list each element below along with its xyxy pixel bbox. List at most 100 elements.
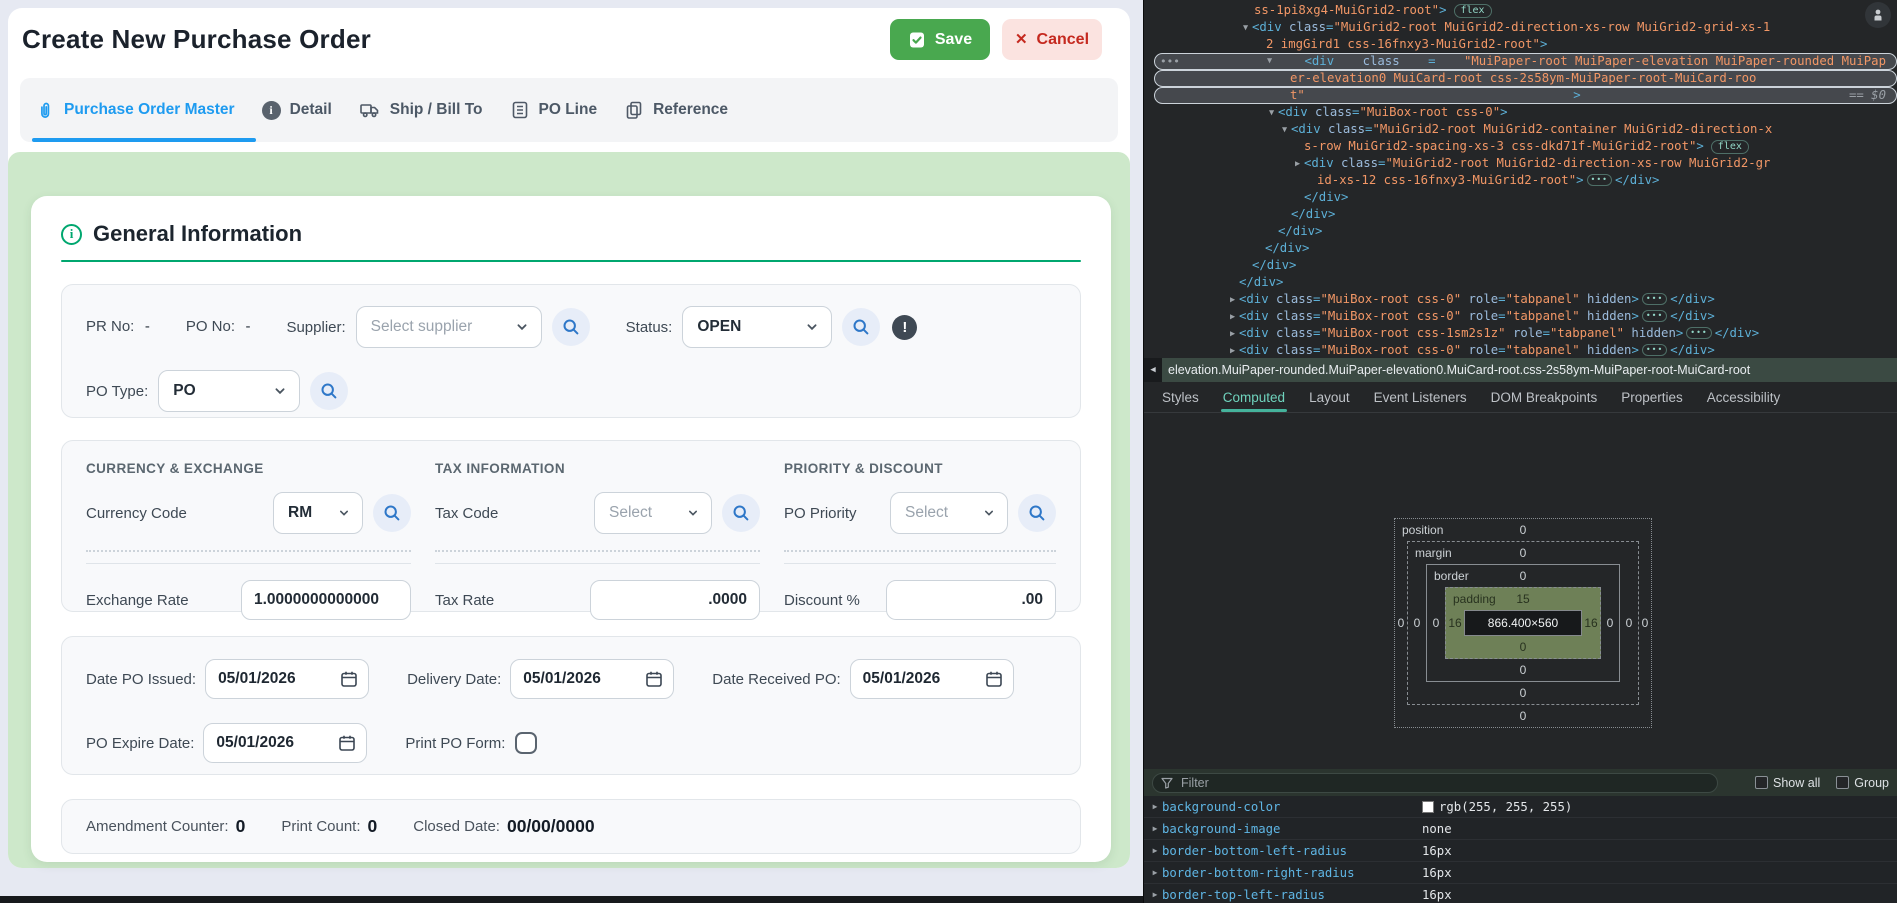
section-title: General Information (93, 221, 302, 247)
delivery-date-input[interactable]: 05/01/2026 (510, 659, 674, 699)
expand-arrow-icon[interactable]: ▼ (1265, 105, 1278, 122)
box-model-border[interactable]: border00padding1516866.400×56016000 (1426, 564, 1620, 682)
code-token: "MuiGrid2-root MuiGrid2-direction-xs-row… (1333, 20, 1770, 34)
devtools-tab-computed[interactable]: Computed (1211, 382, 1297, 412)
po-priority-select[interactable]: Select (890, 492, 1008, 534)
date-received-input[interactable]: 05/01/2026 (850, 659, 1014, 699)
currency-search-button[interactable] (373, 494, 411, 532)
tab-reference[interactable]: Reference (624, 100, 728, 120)
collapsed-arrow-icon[interactable]: ▶ (1226, 292, 1239, 309)
show-all-checkbox[interactable] (1755, 776, 1768, 789)
po-priority-search-button[interactable] (1018, 494, 1056, 532)
code-line[interactable]: </div> (1144, 274, 1897, 291)
po-type-search-button[interactable] (310, 372, 348, 410)
collapsed-arrow-icon[interactable]: ▶ (1291, 156, 1304, 173)
tab-purchase-order-master[interactable]: Purchase Order Master (34, 100, 235, 121)
tax-code-select[interactable]: Select (594, 492, 712, 534)
expand-arrow-icon[interactable]: ▶ (1148, 890, 1162, 899)
date-po-issued-input[interactable]: 05/01/2026 (205, 659, 369, 699)
computed-property-row[interactable]: ▶border-bottom-right-radius16px (1144, 862, 1897, 884)
code-line[interactable]: </div> (1144, 206, 1897, 223)
po-expire-input[interactable]: 05/01/2026 (203, 723, 367, 763)
expand-arrow-icon[interactable]: ▶ (1148, 846, 1162, 855)
code-line[interactable]: er-elevation0 MuiCard-root css-2s58ym-Mu… (1154, 70, 1897, 87)
collapsed-arrow-icon[interactable]: ▶ (1226, 309, 1239, 326)
expand-arrow-icon[interactable]: ▶ (1148, 868, 1162, 877)
code-line[interactable]: </div> (1144, 257, 1897, 274)
box-model-content[interactable]: 866.400×560 (1464, 610, 1582, 636)
code-line[interactable]: ▼<div class="MuiGrid2-root MuiGrid2-dire… (1144, 19, 1897, 36)
tab-ship-bill-to[interactable]: Ship / Bill To (359, 99, 483, 121)
code-line[interactable]: ss-1pi8xg4-MuiGrid2-root">flex (1144, 2, 1897, 19)
code-line[interactable]: 2 imgGird1 css-16fnxy3-MuiGrid2-root"> (1144, 36, 1897, 53)
code-line[interactable]: ▶<div class="MuiBox-root css-0" role="ta… (1144, 308, 1897, 325)
more-content-icon[interactable]: ••• (1642, 293, 1667, 305)
expand-arrow-icon[interactable]: ▼ (1239, 20, 1252, 37)
devtools-tab-event-listeners[interactable]: Event Listeners (1362, 382, 1479, 412)
devtools-tab-properties[interactable]: Properties (1609, 382, 1695, 412)
pr-no-field: PR No: - (86, 318, 150, 336)
code-line[interactable]: ▶<div class="MuiBox-root css-0" role="ta… (1144, 291, 1897, 308)
more-content-icon[interactable]: ••• (1642, 344, 1667, 356)
expand-arrow-icon[interactable]: ▼ (1263, 53, 1276, 70)
group-checkbox[interactable] (1836, 776, 1849, 789)
devtools-tab-styles[interactable]: Styles (1150, 382, 1211, 412)
print-po-form-checkbox[interactable] (515, 732, 537, 754)
group-label: Group (1854, 776, 1889, 790)
status-search-button[interactable] (842, 308, 880, 346)
cancel-button[interactable]: Cancel (1002, 19, 1102, 60)
po-type-select[interactable]: PO (158, 370, 300, 412)
computed-property-row[interactable]: ▶border-top-left-radius16px (1144, 884, 1897, 903)
code-line[interactable]: </div> (1144, 223, 1897, 240)
code-token: = (1498, 343, 1505, 357)
breadcrumb-back-button[interactable]: ◀ (1144, 358, 1162, 382)
supplier-search-button[interactable] (552, 308, 590, 346)
code-line[interactable]: </div> (1144, 189, 1897, 206)
code-line[interactable]: </div> (1144, 240, 1897, 257)
more-content-icon[interactable]: ••• (1587, 174, 1612, 186)
exchange-rate-input[interactable]: 1.0000000000000 (241, 580, 411, 620)
code-line[interactable]: ▶<div class="MuiBox-root css-0" role="ta… (1144, 342, 1897, 359)
tax-code-search-button[interactable] (722, 494, 760, 532)
tab-po-line[interactable]: PO Line (510, 100, 598, 120)
expand-arrow-icon[interactable]: ▶ (1148, 802, 1162, 811)
chevron-down-icon (981, 505, 997, 521)
expand-arrow-icon[interactable]: ▼ (1278, 122, 1291, 139)
computed-property-row[interactable]: ▶border-bottom-left-radius16px (1144, 840, 1897, 862)
currency-code-select[interactable]: RM (273, 492, 363, 534)
code-token: > (1540, 37, 1547, 51)
devtools-corner-icon[interactable] (1865, 2, 1891, 28)
box-model-position[interactable]: position00margin00border00padding1516866… (1394, 518, 1652, 728)
gutter-more-icon[interactable]: ••• (1160, 53, 1180, 70)
box-model-margin[interactable]: margin00border00padding1516866.400×56016… (1407, 541, 1639, 705)
code-line[interactable]: •••▼<div class="MuiPaper-root MuiPaper-e… (1154, 53, 1897, 70)
code-line[interactable]: id-xs-12 css-16fnxy3-MuiGrid2-root">•••<… (1144, 172, 1897, 189)
code-line[interactable]: t"> == $0 (1154, 87, 1897, 104)
save-button[interactable]: Save (890, 19, 990, 60)
breadcrumb[interactable]: elevation.MuiPaper-rounded.MuiPaper-elev… (1162, 358, 1897, 382)
computed-property-row[interactable]: ▶background-colorrgb(255, 255, 255) (1144, 796, 1897, 818)
tax-rate-input[interactable]: .0000 (590, 580, 760, 620)
computed-property-row[interactable]: ▶background-imagenone (1144, 818, 1897, 840)
devtools-tab-accessibility[interactable]: Accessibility (1695, 382, 1793, 412)
devtools-tab-dom-breakpoints[interactable]: DOM Breakpoints (1479, 382, 1610, 412)
discount-input[interactable]: .00 (886, 580, 1056, 620)
expand-arrow-icon[interactable]: ▶ (1148, 824, 1162, 833)
filter-pill[interactable] (1152, 773, 1718, 793)
code-line[interactable]: s-row MuiGrid2-spacing-xs-3 css-dkd71f-M… (1144, 138, 1897, 155)
code-line[interactable]: ▶<div class="MuiBox-root css-1sm2s1z" ro… (1144, 325, 1897, 342)
pr-no-label: PR No: (86, 318, 134, 335)
more-content-icon[interactable]: ••• (1686, 327, 1711, 339)
code-line[interactable]: ▶<div class="MuiGrid2-root MuiGrid2-dire… (1144, 155, 1897, 172)
more-content-icon[interactable]: ••• (1642, 310, 1667, 322)
box-model-padding[interactable]: padding1516866.400×560160 (1445, 587, 1601, 659)
supplier-select[interactable]: Select supplier (356, 306, 542, 348)
devtools-tab-layout[interactable]: Layout (1297, 382, 1362, 412)
filter-input[interactable] (1179, 775, 1709, 791)
print-count-value: 0 (368, 816, 378, 837)
tab-detail[interactable]: Detail (262, 101, 332, 120)
status-select[interactable]: OPEN (682, 306, 832, 348)
collapsed-arrow-icon[interactable]: ▶ (1226, 326, 1239, 343)
code-line[interactable]: ▼<div class="MuiBox-root css-0"> (1144, 104, 1897, 121)
code-line[interactable]: ▼<div class="MuiGrid2-root MuiGrid2-cont… (1144, 121, 1897, 138)
